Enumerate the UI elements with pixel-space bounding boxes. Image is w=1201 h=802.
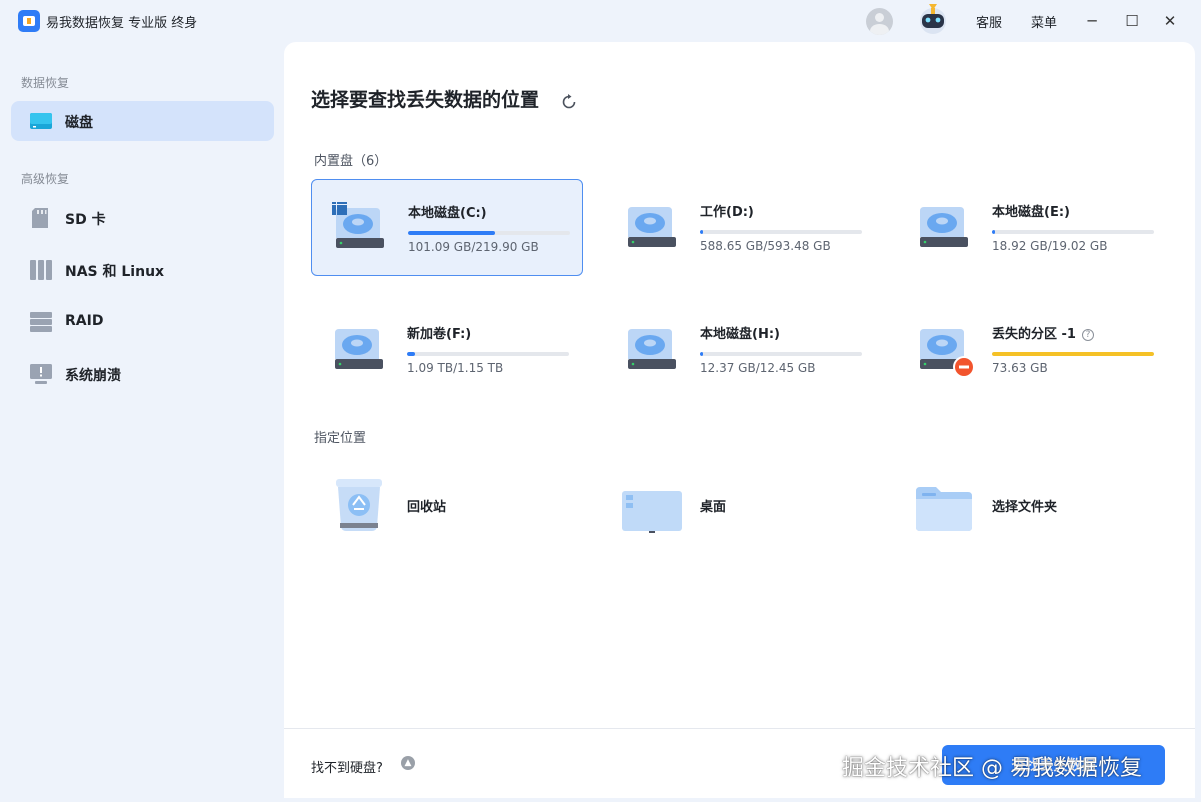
drive-usage-fill	[407, 352, 416, 356]
drive-size: 73.63 GB	[992, 361, 1048, 375]
drive-name: 新加卷(F:)	[407, 327, 472, 342]
assistant-robot-icon[interactable]	[913, 2, 953, 36]
drive-card-c[interactable]: 本地磁盘(C:) 101.09 GB/219.90 GB	[311, 179, 583, 276]
drive-icon	[335, 329, 383, 369]
app-logo-icon	[18, 10, 40, 32]
location-desktop[interactable]: 桌面	[604, 465, 876, 545]
drive-icon	[628, 207, 676, 247]
lost-partition-drive-icon	[920, 329, 975, 378]
raid-icon	[30, 312, 52, 332]
cannot-find-disk-link[interactable]: 找不到硬盘?	[311, 757, 383, 776]
drive-usage-bar	[992, 230, 1154, 234]
drive-size: 18.92 GB/19.02 GB	[992, 239, 1108, 253]
sidebar-item-label: 系统崩溃	[65, 368, 121, 384]
drive-usage-fill	[700, 230, 704, 234]
system-crash-icon	[30, 364, 52, 384]
menu-button[interactable]: 菜单	[1031, 12, 1057, 31]
drive-name: 丢失的分区 -1?	[992, 323, 1094, 342]
internal-drives-label: 内置盘（6）	[314, 154, 388, 169]
drive-usage-bar	[408, 231, 570, 235]
help-icon[interactable]: ?	[1081, 329, 1094, 341]
location-label: 桌面	[700, 500, 727, 515]
scan-button[interactable]: 查找丢失数据	[942, 745, 1165, 785]
sidebar-section-data-recovery: 数据恢复	[21, 76, 70, 90]
drive-name: 本地磁盘(E:)	[992, 205, 1070, 220]
drive-card-lost-partition[interactable]: 丢失的分区 -1? 73.63 GB	[896, 301, 1168, 398]
drive-name: 本地磁盘(H:)	[700, 327, 780, 342]
drive-size: 588.65 GB/593.48 GB	[700, 239, 831, 253]
system-drive-icon	[332, 202, 384, 248]
minimize-button[interactable]: ─	[1079, 9, 1105, 33]
sidebar-item-system-crash[interactable]: 系统崩溃	[11, 354, 274, 394]
user-avatar[interactable]	[866, 8, 893, 35]
location-choose-folder[interactable]: 选择文件夹	[896, 465, 1168, 545]
nas-icon	[30, 260, 52, 280]
sidebar-item-label: RAID	[65, 313, 104, 329]
sidebar-item-nas-linux[interactable]: NAS 和 Linux	[11, 250, 274, 290]
drive-icon	[920, 207, 968, 247]
drive-usage-fill	[700, 352, 704, 356]
sidebar-item-disk[interactable]: 磁盘	[11, 101, 274, 141]
sidebar-item-label: SD 卡	[65, 212, 106, 228]
drive-card-h[interactable]: 本地磁盘(H:) 12.37 GB/12.45 GB	[604, 301, 876, 398]
page-title: 选择要查找丢失数据的位置	[311, 89, 540, 111]
sidebar-item-label: NAS 和 Linux	[65, 264, 165, 280]
disk-icon	[30, 113, 52, 129]
sidebar-section-advanced: 高级恢复	[21, 172, 70, 186]
drive-icon	[628, 329, 676, 369]
app-title: 易我数据恢复 专业版 终身	[46, 16, 198, 31]
drive-size: 101.09 GB/219.90 GB	[408, 240, 539, 254]
drive-usage-bar	[407, 352, 569, 356]
drive-size: 1.09 TB/1.15 TB	[407, 361, 504, 375]
desktop-icon	[622, 491, 682, 533]
maximize-button[interactable]: ☐	[1119, 9, 1145, 33]
support-button[interactable]: 客服	[976, 12, 1002, 31]
drive-usage-fill	[992, 352, 1154, 356]
drive-usage-bar	[992, 352, 1154, 356]
sidebar-item-raid[interactable]: RAID	[11, 302, 274, 342]
main-panel: 选择要查找丢失数据的位置 内置盘（6） 本地磁盘(C:) 101.09 GB/2…	[284, 42, 1195, 798]
drive-card-e[interactable]: 本地磁盘(E:) 18.92 GB/19.02 GB	[896, 179, 1168, 276]
sidebar-item-label: 磁盘	[65, 115, 93, 131]
drive-usage-fill	[408, 231, 496, 235]
title-bar: 易我数据恢复 专业版 终身 客服 菜单 ─ ☐ ✕	[0, 0, 1201, 42]
footer-bar: 找不到硬盘? ▲ 查找丢失数据	[284, 728, 1195, 798]
drive-name: 工作(D:)	[700, 205, 754, 220]
drive-usage-fill	[992, 230, 996, 234]
specified-location-label: 指定位置	[314, 431, 367, 446]
drive-name-text: 丢失的分区 -1	[992, 327, 1076, 342]
folder-icon	[916, 487, 972, 531]
chevron-up-icon[interactable]: ▲	[401, 756, 415, 770]
sd-card-icon	[32, 208, 48, 228]
refresh-icon[interactable]	[560, 93, 578, 111]
drive-card-d[interactable]: 工作(D:) 588.65 GB/593.48 GB	[604, 179, 876, 276]
recycle-bin-icon	[336, 479, 382, 531]
location-recycle-bin[interactable]: 回收站	[311, 465, 583, 545]
location-label: 选择文件夹	[992, 500, 1058, 515]
drive-usage-bar	[700, 352, 862, 356]
close-button[interactable]: ✕	[1157, 9, 1183, 33]
drive-name: 本地磁盘(C:)	[408, 206, 487, 221]
sidebar: 数据恢复 磁盘 高级恢复 SD 卡 NAS 和 Linux RAID 系统崩溃	[0, 42, 284, 802]
drive-size: 12.37 GB/12.45 GB	[700, 361, 816, 375]
sidebar-item-sd-card[interactable]: SD 卡	[11, 198, 274, 238]
drive-usage-bar	[700, 230, 862, 234]
location-label: 回收站	[407, 500, 447, 515]
drive-card-f[interactable]: 新加卷(F:) 1.09 TB/1.15 TB	[311, 301, 583, 398]
